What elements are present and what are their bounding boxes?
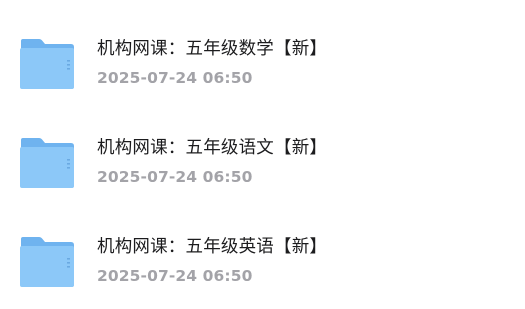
file-title: 机构网课：五年级英语【新】 bbox=[97, 237, 328, 257]
file-title: 机构网课：五年级数学【新】 bbox=[97, 39, 328, 59]
file-date: 2025-07-24 06:50 bbox=[97, 69, 253, 87]
file-title: 机构网课：五年级语文【新】 bbox=[97, 138, 328, 158]
list-item[interactable]: 机构网课：五年级数学【新】 2025-07-24 06:50 bbox=[0, 30, 525, 100]
file-date: 2025-07-24 06:50 bbox=[97, 168, 253, 186]
folder-icon bbox=[19, 236, 75, 288]
list-item[interactable]: 机构网课：五年级英语【新】 2025-07-24 06:50 bbox=[0, 228, 525, 298]
list-item[interactable]: 机构网课：五年级语文【新】 2025-07-24 06:50 bbox=[0, 129, 525, 199]
folder-icon bbox=[19, 137, 75, 189]
file-list: 机构网课：五年级数学【新】 2025-07-24 06:50 机构网课：五年级语… bbox=[0, 0, 525, 309]
folder-icon bbox=[19, 38, 75, 90]
file-date: 2025-07-24 06:50 bbox=[97, 267, 253, 285]
